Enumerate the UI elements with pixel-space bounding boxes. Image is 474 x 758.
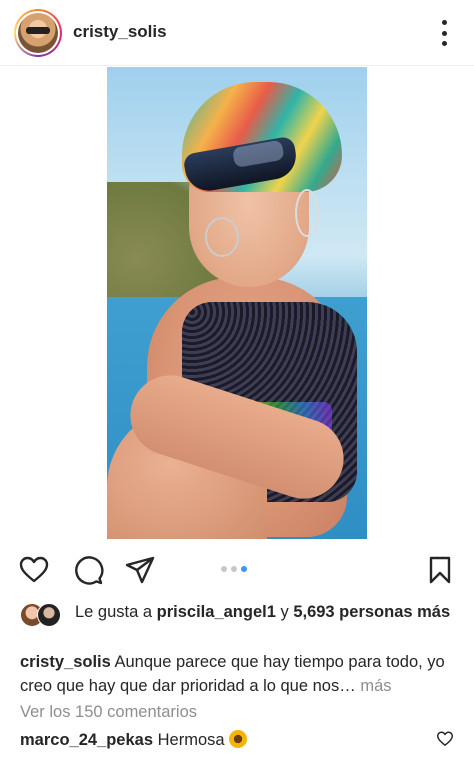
image-earring-right xyxy=(295,189,319,237)
comment-text: Hermosa xyxy=(157,731,225,749)
post-username[interactable]: cristy_solis xyxy=(73,22,167,42)
view-all-comments-link[interactable]: Ver los 150 comentarios xyxy=(20,703,197,722)
carousel-dot-active xyxy=(241,566,247,572)
liker-avatars xyxy=(20,603,66,627)
paper-plane-icon[interactable] xyxy=(124,554,156,586)
liker-username[interactable]: priscila_angel1 xyxy=(157,603,276,621)
comment-username[interactable]: marco_24_pekas xyxy=(20,731,153,749)
heart-icon[interactable] xyxy=(18,554,50,586)
avatar xyxy=(37,603,61,627)
comment-item: marco_24_pekas Hermosa xyxy=(20,730,247,750)
likes-middle: y xyxy=(275,603,294,621)
sunflower-emoji-icon xyxy=(228,730,247,748)
avatar-border xyxy=(16,11,60,55)
carousel-indicator xyxy=(221,566,247,572)
more-vertical-icon[interactable] xyxy=(440,20,448,46)
likes-prefix: Le gusta a xyxy=(75,603,157,621)
carousel-dot xyxy=(231,566,237,572)
post-caption: cristy_solis Aunque parece que hay tiemp… xyxy=(20,650,460,698)
comment-like-heart-icon[interactable] xyxy=(436,730,454,748)
image-earring-left xyxy=(205,217,239,257)
comment-icon[interactable] xyxy=(72,554,104,586)
caption-more-link[interactable]: más xyxy=(360,677,391,695)
more-dot xyxy=(441,30,447,36)
more-dot xyxy=(441,41,447,46)
more-dot xyxy=(441,20,447,25)
caption-username[interactable]: cristy_solis xyxy=(20,653,111,671)
profile-avatar[interactable] xyxy=(14,9,62,57)
caption-ellipsis: … xyxy=(339,677,356,695)
likes-count[interactable]: 5,693 personas más xyxy=(293,603,450,621)
bookmark-icon[interactable] xyxy=(424,554,456,586)
carousel-dot xyxy=(221,566,227,572)
post-image[interactable] xyxy=(107,67,367,539)
post-header: cristy_solis xyxy=(0,0,474,66)
likes-text: Le gusta a priscila_angel1 y 5,693 perso… xyxy=(75,601,465,623)
avatar-image xyxy=(18,13,58,53)
